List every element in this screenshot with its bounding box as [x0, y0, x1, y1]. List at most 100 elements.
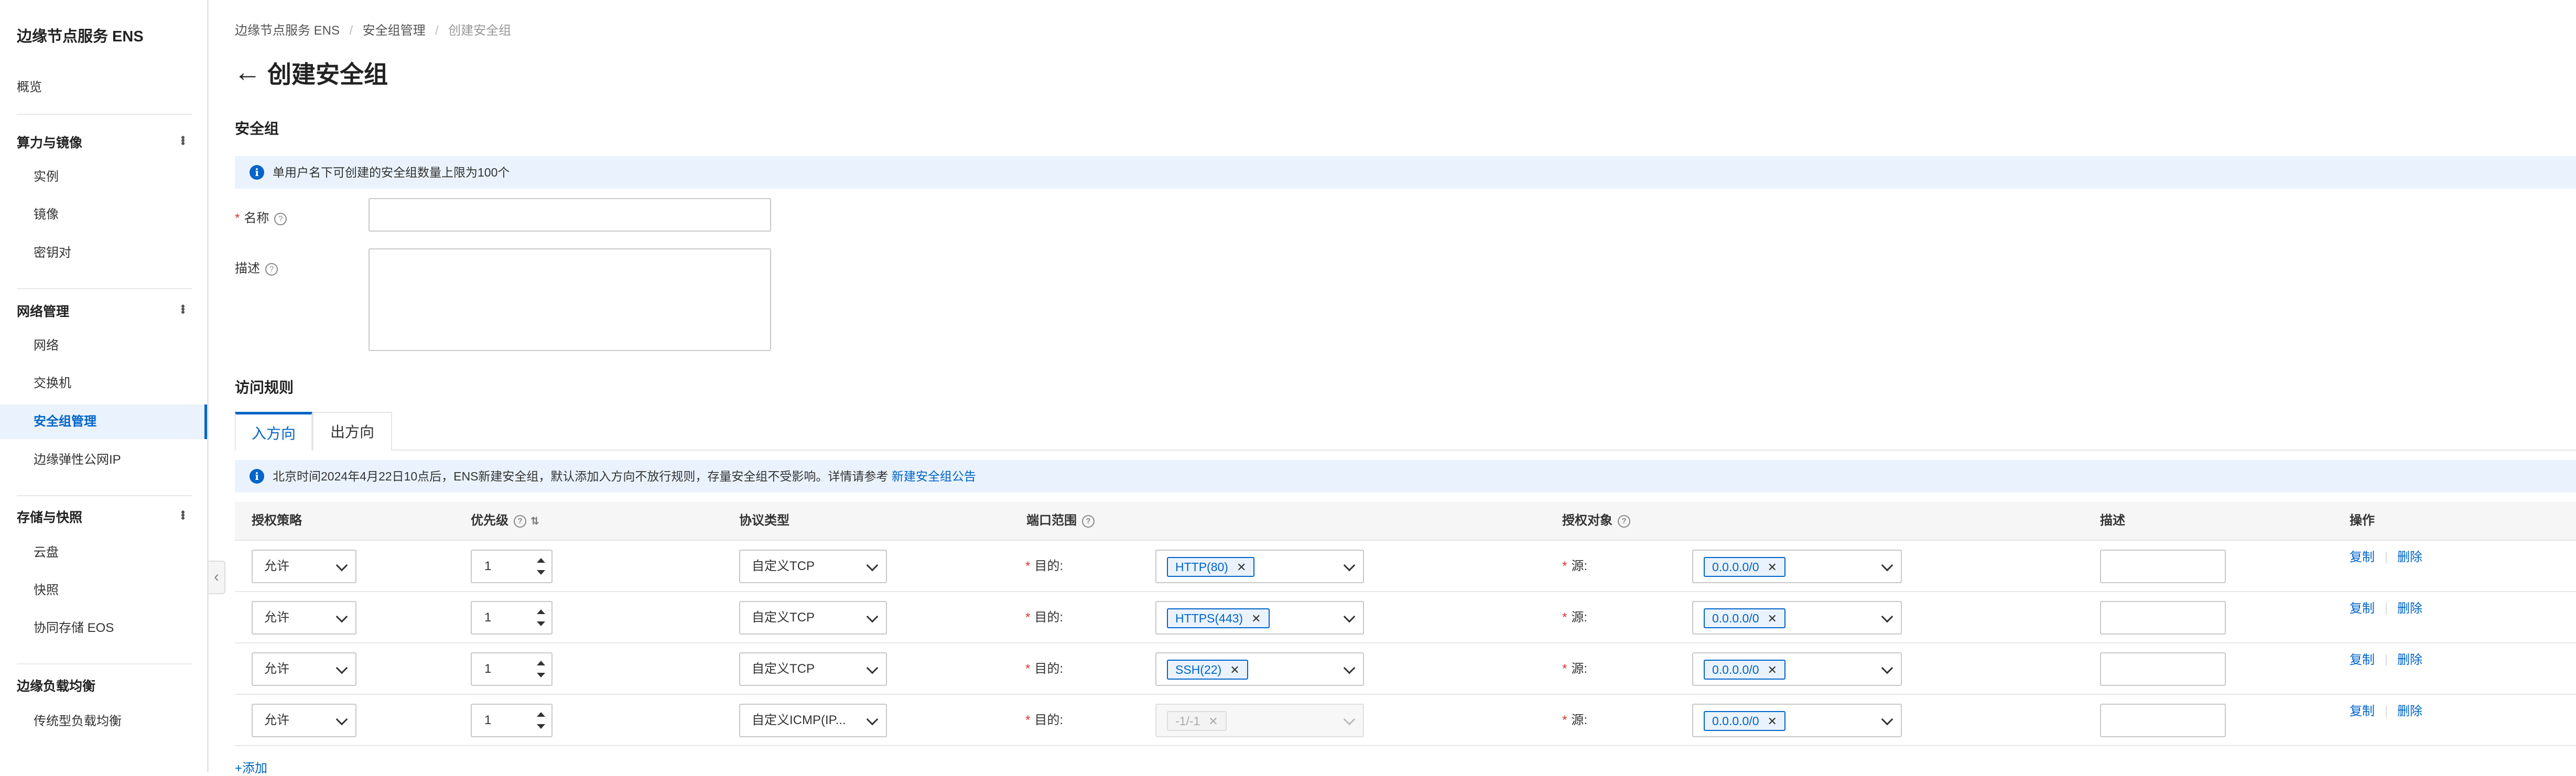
policy-select[interactable]: 允许	[252, 704, 356, 737]
sidebar-item-instance[interactable]: 实例	[0, 160, 207, 194]
close-icon[interactable]: ✕	[1230, 663, 1239, 676]
protocol-select[interactable]: 自定义TCP	[739, 550, 887, 583]
decrement-icon[interactable]	[537, 673, 545, 677]
delete-button[interactable]: 删除	[2397, 643, 2422, 677]
rule-description-input[interactable]	[2100, 601, 2226, 635]
source-select[interactable]: 0.0.0.0/0 ✕	[1692, 652, 1902, 686]
sidebar-item-vswitch[interactable]: 交换机	[0, 366, 207, 401]
protocol-select[interactable]: 自定义TCP	[739, 652, 887, 686]
decrement-icon[interactable]	[537, 724, 545, 729]
sidebar: 边缘节点服务 ENS 概览 算力与镜像 ••• 实例 镜像 密钥对 网络管理 •…	[0, 0, 209, 772]
increment-icon[interactable]	[537, 609, 545, 614]
announcement-link[interactable]: 新建安全组公告	[892, 469, 976, 483]
help-icon[interactable]: ?	[1618, 515, 1630, 528]
priority-stepper[interactable]: 1	[471, 550, 553, 583]
protocol-select[interactable]: 自定义ICMP(IP...	[739, 704, 887, 737]
priority-stepper[interactable]: 1	[471, 704, 553, 737]
rules-table-header: 授权策略 优先级? ⇅ 协议类型 端口范围? 授权对象? 描述 操作	[235, 502, 2576, 541]
delete-button[interactable]: 删除	[2397, 695, 2422, 728]
description-textarea[interactable]	[369, 248, 771, 351]
chevron-down-icon	[335, 559, 348, 572]
more-icon[interactable]: •••	[176, 510, 189, 519]
port-range-select[interactable]: SSH(22) ✕	[1155, 652, 1364, 686]
breadcrumb-item[interactable]: 边缘节点服务 ENS	[235, 24, 340, 38]
delete-button[interactable]: 删除	[2397, 592, 2422, 626]
priority-stepper[interactable]: 1	[471, 652, 553, 686]
sidebar-collapse-button[interactable]: ‹	[209, 561, 225, 594]
sidebar-group-slb[interactable]: 边缘负载均衡	[17, 676, 95, 695]
source-select[interactable]: 0.0.0.0/0 ✕	[1692, 550, 1902, 583]
sidebar-item-disk[interactable]: 云盘	[0, 535, 207, 570]
decrement-icon[interactable]	[537, 570, 545, 575]
sort-icon[interactable]: ⇅	[531, 516, 539, 527]
source-label: * 源:	[1562, 610, 1588, 625]
sidebar-item-image[interactable]: 镜像	[0, 198, 207, 232]
help-icon[interactable]: ?	[274, 212, 287, 225]
destination-label: * 目的:	[1025, 610, 1064, 625]
close-icon[interactable]: ✕	[1237, 561, 1246, 574]
priority-stepper[interactable]: 1	[471, 601, 553, 635]
port-range-select[interactable]: HTTPS(443) ✕	[1155, 601, 1364, 635]
close-icon[interactable]: ✕	[1768, 663, 1777, 676]
help-icon[interactable]: ?	[1082, 515, 1095, 528]
rule-description-input[interactable]	[2100, 704, 2226, 737]
quota-notice: i 单用户名下可创建的安全组数量上限为100个	[235, 156, 2576, 189]
name-input[interactable]	[369, 198, 771, 232]
add-rule-button[interactable]: +添加	[235, 758, 267, 776]
table-row: 允许 1 自定义TCP * 目的: HTTP(80) ✕ * 源: 0.0.0.0/0…	[235, 541, 2576, 592]
close-icon[interactable]: ✕	[1768, 561, 1777, 574]
more-icon[interactable]: •••	[176, 135, 189, 144]
policy-select[interactable]: 允许	[252, 550, 356, 583]
decrement-icon[interactable]	[537, 621, 545, 626]
sidebar-group-compute[interactable]: 算力与镜像	[17, 133, 82, 151]
help-icon[interactable]: ?	[265, 263, 278, 276]
source-label: * 源:	[1562, 662, 1588, 676]
sidebar-divider	[17, 495, 192, 496]
sidebar-item-security-group[interactable]: 安全组管理	[0, 405, 207, 439]
more-icon[interactable]: •••	[176, 304, 189, 313]
table-row: 允许 1 自定义TCP * 目的: HTTPS(443) ✕ * 源: 0.0.0.0…	[235, 592, 2576, 643]
breadcrumb-item[interactable]: 安全组管理	[363, 24, 426, 38]
sidebar-group-network[interactable]: 网络管理	[17, 301, 69, 320]
sidebar-item-eip[interactable]: 边缘弹性公网IP	[0, 443, 207, 477]
chevron-down-icon	[1343, 662, 1356, 674]
policy-select[interactable]: 允许	[252, 601, 356, 635]
sidebar-item-classic-slb[interactable]: 传统型负载均衡	[0, 704, 207, 739]
delete-button[interactable]: 删除	[2397, 541, 2422, 574]
source-select[interactable]: 0.0.0.0/0 ✕	[1692, 601, 1902, 635]
sidebar-item-overview[interactable]: 概览	[17, 76, 42, 95]
port-tag: SSH(22) ✕	[1167, 660, 1248, 680]
tab-outbound[interactable]: 出方向	[312, 412, 392, 451]
sidebar-item-snapshot[interactable]: 快照	[0, 573, 207, 608]
copy-button[interactable]: 复制	[2350, 541, 2375, 574]
close-icon[interactable]: ✕	[1768, 715, 1777, 728]
chevron-down-icon	[1881, 610, 1893, 623]
back-arrow-icon[interactable]: ←	[234, 59, 261, 86]
increment-icon[interactable]	[537, 712, 545, 717]
tab-inbound[interactable]: 入方向	[235, 412, 312, 451]
copy-button[interactable]: 复制	[2350, 695, 2375, 728]
sidebar-item-eos[interactable]: 协同存储 EOS	[0, 611, 207, 646]
close-icon[interactable]: ✕	[1251, 612, 1261, 625]
copy-button[interactable]: 复制	[2350, 592, 2375, 626]
increment-icon[interactable]	[537, 558, 545, 563]
close-icon[interactable]: ✕	[1768, 612, 1777, 625]
increment-icon[interactable]	[537, 661, 545, 665]
policy-select[interactable]: 允许	[252, 652, 356, 686]
section-title-access-rules: 访问规则	[235, 379, 294, 396]
protocol-select[interactable]: 自定义TCP	[739, 601, 887, 635]
sidebar-item-keypair[interactable]: 密钥对	[0, 236, 207, 270]
port-range-select[interactable]: HTTP(80) ✕	[1155, 550, 1364, 583]
table-row: 允许 1 自定义TCP * 目的: SSH(22) ✕ * 源: 0.0.0.0/0 ✕…	[235, 643, 2576, 695]
help-icon[interactable]: ?	[514, 515, 526, 528]
sidebar-item-network[interactable]: 网络	[0, 329, 207, 363]
copy-button[interactable]: 复制	[2350, 643, 2375, 677]
rules-notice-text: 北京时间2024年4月22日10点后，ENS新建安全组，默认添加入方向不放行规则…	[273, 469, 889, 483]
info-icon: i	[250, 469, 264, 484]
rule-description-input[interactable]	[2100, 550, 2226, 583]
source-select[interactable]: 0.0.0.0/0 ✕	[1692, 704, 1902, 737]
description-label: 描述?	[235, 258, 278, 276]
sidebar-group-storage[interactable]: 存储与快照	[17, 507, 82, 526]
rule-description-input[interactable]	[2100, 652, 2226, 686]
chevron-down-icon	[866, 610, 879, 623]
